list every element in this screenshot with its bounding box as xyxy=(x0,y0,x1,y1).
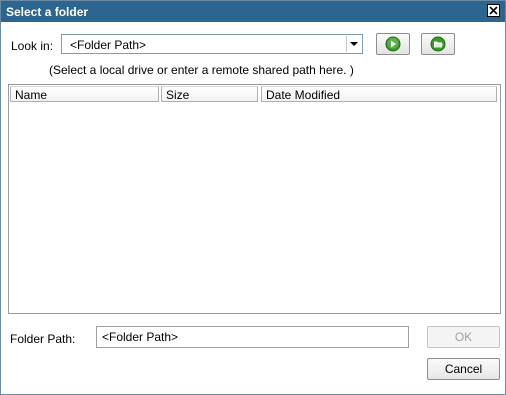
open-folder-button[interactable] xyxy=(421,33,455,55)
column-header-label: Size xyxy=(166,88,190,102)
column-header-date-modified[interactable]: Date Modified xyxy=(261,86,497,102)
look-in-combobox[interactable]: <Folder Path> xyxy=(61,34,363,54)
folder-path-input[interactable] xyxy=(96,326,409,348)
column-header-label: Date Modified xyxy=(266,88,341,102)
hint-text: (Select a local drive or enter a remote … xyxy=(49,63,354,77)
folder-list-view[interactable]: Name Size Date Modified xyxy=(8,84,501,314)
dialog-title: Select a folder xyxy=(6,5,89,19)
list-header: Name Size Date Modified xyxy=(10,86,499,103)
cancel-button[interactable]: Cancel xyxy=(427,358,500,380)
title-bar[interactable]: Select a folder xyxy=(1,1,505,22)
select-folder-dialog: Select a folder Look in: <Folder Path> (… xyxy=(0,0,506,395)
open-folder-icon xyxy=(430,36,446,52)
go-arrow-icon xyxy=(385,36,401,52)
column-header-label: Name xyxy=(15,88,48,102)
column-header-name[interactable]: Name xyxy=(10,86,159,102)
ok-button[interactable]: OK xyxy=(427,326,500,348)
look-in-value: <Folder Path> xyxy=(70,38,147,52)
look-in-label: Look in: xyxy=(11,39,54,53)
go-button[interactable] xyxy=(376,33,410,55)
close-button[interactable] xyxy=(487,4,500,17)
chevron-down-icon[interactable] xyxy=(346,36,361,52)
folder-path-label: Folder Path: xyxy=(10,332,76,346)
close-icon xyxy=(489,6,498,15)
column-header-size[interactable]: Size xyxy=(161,86,258,102)
